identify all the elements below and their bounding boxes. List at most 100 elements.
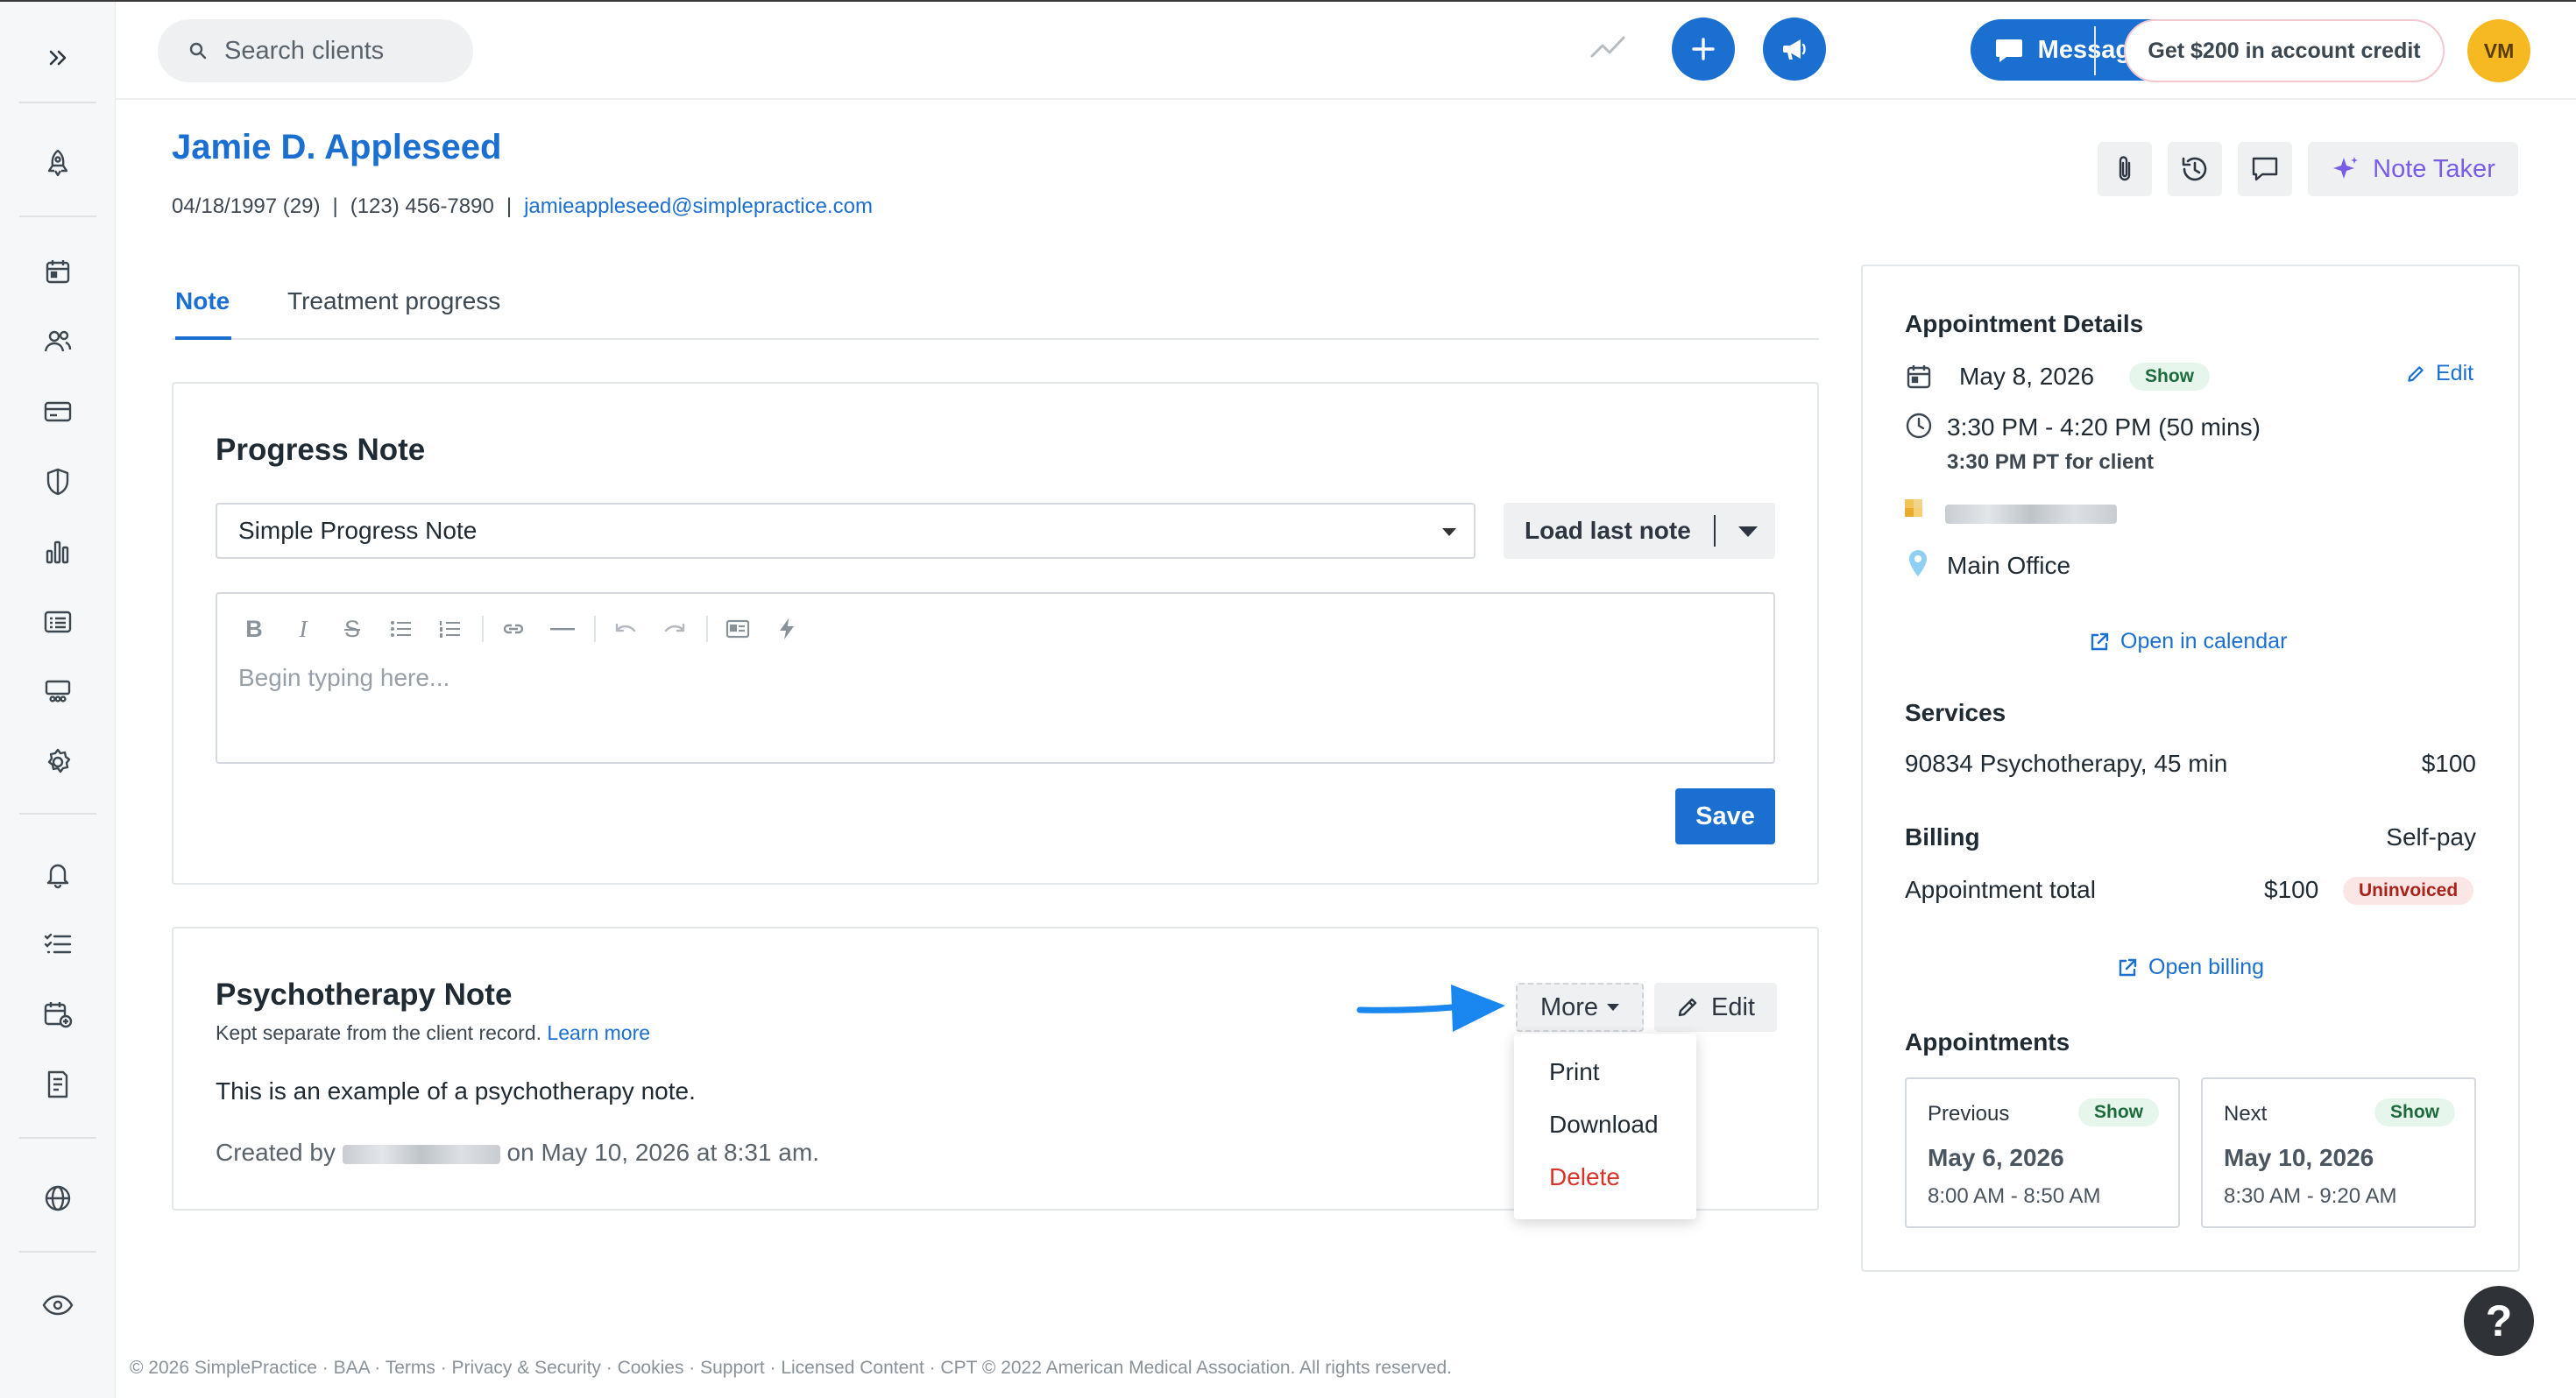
split-divider <box>1714 515 1716 547</box>
more-button[interactable]: More <box>1516 983 1644 1032</box>
search-box[interactable] <box>158 19 473 82</box>
sidebar-item-tasks[interactable] <box>35 921 81 967</box>
more-label: More <box>1539 992 1599 1021</box>
appointment-time: 3:30 PM - 4:20 PM (50 mins) <box>1947 413 2261 441</box>
learn-more-link[interactable]: Learn more <box>547 1021 650 1044</box>
sidebar-item-privacy-view[interactable] <box>35 1282 81 1328</box>
strikethrough-icon[interactable]: S <box>335 613 370 645</box>
client-meta: 04/18/1997 (29) | (123) 456-7890 | jamieappl… <box>172 194 873 218</box>
client-name[interactable]: Jamie D. Appleseed <box>172 128 501 167</box>
edit-note-button[interactable]: Edit <box>1654 983 1777 1032</box>
insert-field-icon[interactable] <box>720 613 755 645</box>
attach-button[interactable] <box>2098 142 2152 196</box>
sidebar-item-analytics[interactable] <box>35 529 81 575</box>
top-bar: Messages Get $200 in account credit VM <box>116 2 2576 100</box>
user-avatar[interactable]: VM <box>2467 19 2530 82</box>
bold-icon[interactable]: B <box>237 613 272 645</box>
tab-treatment-progress[interactable]: Treatment progress <box>287 287 500 340</box>
chat-bubble-icon <box>1995 39 2022 62</box>
billing-title: Billing <box>1905 823 1980 851</box>
sidebar-divider <box>19 215 96 217</box>
sidebar-item-clients[interactable] <box>35 319 81 364</box>
progress-note-title: Progress Note <box>216 433 426 467</box>
sidebar-item-insurance[interactable] <box>35 459 81 505</box>
psychotherapy-note-title: Psychotherapy Note <box>216 978 513 1012</box>
tab-note[interactable]: Note <box>175 287 231 340</box>
checklist-icon <box>44 933 72 954</box>
arrow-annotation-icon <box>1356 978 1505 1039</box>
expand-sidebar-icon[interactable] <box>35 35 81 81</box>
created-by-line: Created by on May 10, 2026 at 8:31 am. <box>216 1139 819 1167</box>
help-button[interactable]: ? <box>2464 1286 2534 1356</box>
paperclip-icon <box>2119 156 2131 181</box>
client-email-link[interactable]: jamieappleseed@simplepractice.com <box>524 194 873 218</box>
sidebar-item-activity[interactable] <box>35 599 81 645</box>
previous-date: May 6, 2026 <box>1928 1144 2064 1171</box>
open-billing-link[interactable]: Open billing <box>2117 955 2264 980</box>
created-suffix: on May 10, 2026 at 8:31 am. <box>506 1139 819 1166</box>
save-button[interactable]: Save <box>1675 788 1775 844</box>
subtitle-text: Kept separate from the client record. <box>216 1021 542 1044</box>
bullet-list-icon[interactable] <box>384 613 419 645</box>
chevron-down-icon <box>1442 528 1456 536</box>
location-pin-icon <box>1907 548 1929 578</box>
comment-icon <box>2252 157 2278 181</box>
psychotherapy-note-subtitle: Kept separate from the client record. Le… <box>216 1021 650 1045</box>
load-last-note-button[interactable]: Load last note <box>1504 503 1775 559</box>
history-button[interactable] <box>2168 142 2222 196</box>
sidebar-item-requests[interactable] <box>35 992 81 1037</box>
link-icon[interactable] <box>496 613 531 645</box>
sidebar-item-documents[interactable] <box>35 1062 81 1107</box>
announcements-button[interactable] <box>1763 18 1826 81</box>
note-template-value: Simple Progress Note <box>238 517 478 544</box>
caret-down-icon[interactable] <box>1738 526 1758 537</box>
sidebar-item-settings[interactable] <box>35 739 81 785</box>
sidebar-item-website[interactable] <box>35 1176 81 1221</box>
toolbar-divider <box>482 616 484 642</box>
menu-item-delete[interactable]: Delete <box>1549 1163 1620 1191</box>
edit-appointment-label: Edit <box>2436 361 2474 385</box>
document-icon <box>47 1070 68 1098</box>
sidebar <box>0 2 116 1398</box>
appointment-details-title: Appointment Details <box>1905 310 2144 337</box>
note-tabs: Note Treatment progress <box>172 287 1819 340</box>
horizontal-rule-icon[interactable] <box>545 613 580 645</box>
appointment-status-badge: Show <box>2129 363 2210 391</box>
previous-appointment-card[interactable]: Previous Show May 6, 2026 8:00 AM - 8:50… <box>1905 1077 2180 1228</box>
redo-icon[interactable] <box>657 613 692 645</box>
progress-note-card: Progress Note Simple Progress Note Load … <box>172 382 1819 885</box>
edit-appointment-link[interactable]: Edit <box>2406 361 2473 386</box>
appointment-location: Main Office <box>1947 552 2071 579</box>
sidebar-item-notifications[interactable] <box>35 851 81 897</box>
sidebar-item-calendar[interactable] <box>35 249 81 294</box>
open-in-calendar-link[interactable]: Open in calendar <box>2089 629 2287 654</box>
trend-icon[interactable] <box>1589 33 1626 60</box>
italic-icon[interactable]: I <box>286 613 321 645</box>
previous-status-badge: Show <box>2078 1098 2159 1126</box>
next-appointment-card[interactable]: Next Show May 10, 2026 8:30 AM - 9:20 AM <box>2201 1077 2476 1228</box>
note-template-select[interactable]: Simple Progress Note <box>216 503 1476 559</box>
service-name: 90834 Psychotherapy, 45 min <box>1905 750 2228 777</box>
numbered-list-icon[interactable] <box>433 613 468 645</box>
note-editor[interactable]: B I S Begin typing here... <box>216 592 1775 764</box>
next-label: Next <box>2224 1102 2268 1126</box>
note-taker-button[interactable]: Note Taker <box>2308 142 2518 196</box>
sidebar-item-marketing[interactable] <box>35 669 81 715</box>
open-in-calendar-label: Open in calendar <box>2120 629 2288 653</box>
redacted-author <box>342 1144 500 1164</box>
menu-item-print[interactable]: Print <box>1549 1058 1600 1086</box>
comments-button[interactable] <box>2238 142 2292 196</box>
account-credit-button[interactable]: Get $200 in account credit <box>2124 19 2445 82</box>
sidebar-item-billing[interactable] <box>35 389 81 434</box>
list-icon <box>44 611 72 633</box>
add-button[interactable] <box>1672 18 1735 81</box>
edit-label: Edit <box>1711 992 1755 1021</box>
pencil-icon <box>1678 998 1697 1017</box>
lightning-icon[interactable] <box>769 613 804 645</box>
search-input[interactable] <box>224 36 461 66</box>
sparkle-icon <box>2333 157 2359 179</box>
undo-icon[interactable] <box>608 613 643 645</box>
menu-item-download[interactable]: Download <box>1549 1111 1659 1139</box>
shield-icon <box>46 468 69 496</box>
sidebar-item-get-started[interactable] <box>35 140 81 186</box>
